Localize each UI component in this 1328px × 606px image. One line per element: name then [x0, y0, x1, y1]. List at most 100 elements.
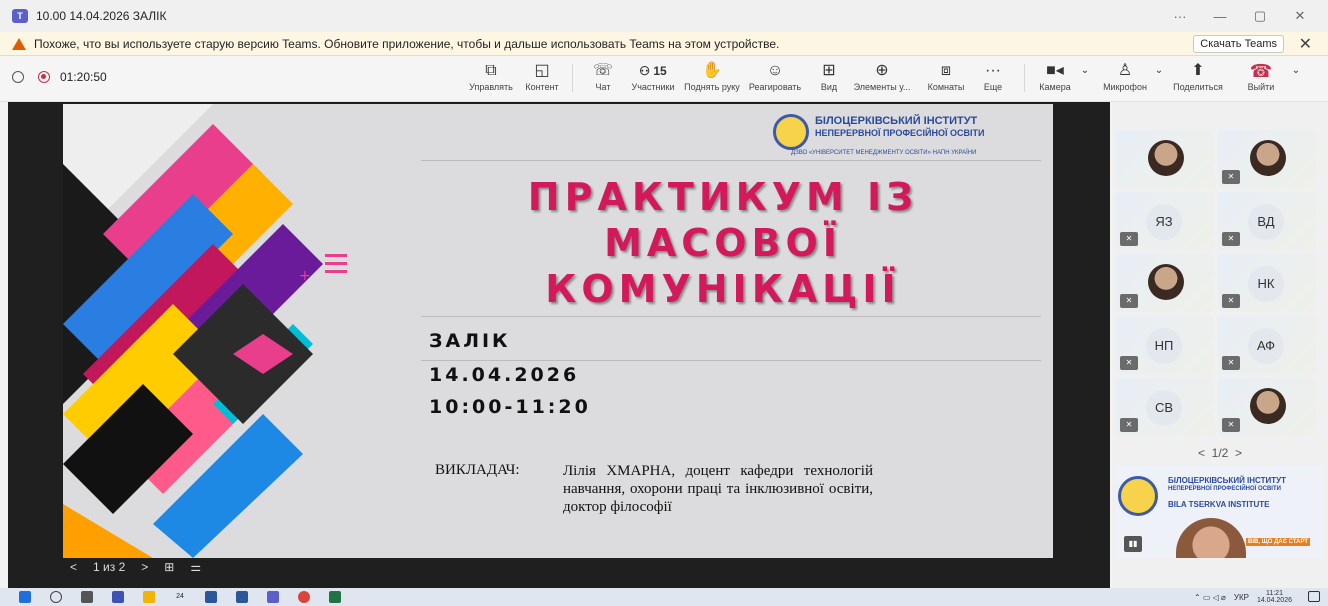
window-title: 10.00 14.04.2026 ЗАЛІК: [36, 9, 167, 23]
hand-icon: ✋: [702, 62, 722, 79]
title-line3: КОМУНІКАЦІЇ: [545, 267, 901, 311]
close-banner-icon[interactable]: ✕: [1299, 34, 1312, 54]
share-control-icon: ⧉: [485, 62, 497, 79]
minimize-button[interactable]: —: [1200, 9, 1240, 24]
apps-button[interactable]: ⊕ Элементы у...: [850, 60, 914, 92]
shield-icon: [12, 71, 24, 83]
chat-button[interactable]: ☏ Чат: [588, 60, 618, 92]
clock-time: 11:21: [1265, 590, 1283, 597]
download-teams-button[interactable]: Скачать Teams: [1193, 35, 1284, 53]
leave-options-chevron[interactable]: ⌄: [1290, 60, 1302, 82]
share-tray-icon: ⬆: [1191, 62, 1205, 79]
language-indicator[interactable]: УКР: [1234, 593, 1249, 602]
chat-icon: ☏: [592, 62, 613, 79]
settings-icon[interactable]: ⚌: [190, 560, 201, 574]
system-tray: ⌃ ▭ ◁ ⌀ УКР 11:21 14.04.2026: [1194, 590, 1292, 604]
word-icon[interactable]: [205, 591, 217, 603]
institute-logo: БІЛОЦЕРКІВСЬКИЙ ІНСТИТУТ НЕПЕРЕРВНОЇ ПРО…: [773, 112, 1043, 152]
grid-icon: ⊞: [822, 62, 836, 79]
search-icon[interactable]: [50, 591, 62, 603]
chat-label: Чат: [595, 82, 611, 92]
mic-options-chevron[interactable]: ⌄: [1154, 60, 1164, 82]
participant-tile[interactable]: ВД ✕: [1218, 192, 1316, 250]
more-options-icon[interactable]: ···: [1160, 9, 1200, 24]
participants-button[interactable]: ⚇ 15 Участники: [628, 60, 678, 92]
content-icon: ◱: [534, 62, 550, 79]
leave-label: Выйти: [1247, 82, 1275, 92]
clock[interactable]: 11:21 14.04.2026: [1257, 590, 1292, 604]
task-view-icon[interactable]: [81, 591, 93, 603]
maximize-button[interactable]: ▢: [1240, 8, 1280, 24]
institute-emblem: [1118, 476, 1158, 516]
grid-view-icon[interactable]: ⊞: [164, 560, 174, 574]
next-page-icon[interactable]: >: [1235, 446, 1242, 460]
muted-mic-icon: ✕: [1222, 356, 1240, 370]
excel-icon[interactable]: [329, 591, 341, 603]
participant-tile[interactable]: НП ✕: [1116, 316, 1214, 374]
raise-hand-label: Поднять руку: [684, 82, 740, 92]
leave-button[interactable]: ☎ Выйти: [1244, 60, 1278, 92]
previous-page-icon[interactable]: <: [1198, 446, 1205, 460]
content-button[interactable]: ◱ Контент: [522, 60, 562, 92]
recording-icon: [38, 71, 50, 83]
share-button[interactable]: ⬆ Поделиться: [1172, 60, 1224, 92]
react-label: Реагировать: [748, 82, 802, 92]
apps-icon: ⊕: [875, 62, 889, 79]
institute-emblem: [773, 114, 809, 150]
raise-hand-button[interactable]: ✋ Поднять руку: [684, 60, 740, 92]
muted-mic-icon: ✕: [1222, 170, 1240, 184]
rooms-button[interactable]: ⧈ Комнаты: [924, 60, 968, 92]
react-button[interactable]: ☺ Реагировать: [746, 60, 804, 92]
exam-type: ЗАЛІК: [429, 330, 511, 352]
participant-tile[interactable]: ✕: [1116, 254, 1214, 312]
participant-tile[interactable]: ✕: [1218, 130, 1316, 188]
update-banner: Похоже, что вы используете старую версию…: [0, 32, 1328, 56]
participant-tile[interactable]: ЯЗ ✕: [1116, 192, 1214, 250]
participant-tile[interactable]: СВ ✕: [1116, 378, 1214, 436]
presenter-video: [1176, 518, 1246, 558]
participant-tile[interactable]: АФ ✕: [1218, 316, 1316, 374]
svg-text:+: +: [299, 268, 311, 284]
close-window-button[interactable]: ✕: [1280, 8, 1320, 24]
muted-mic-icon: ✕: [1120, 294, 1138, 308]
start-icon[interactable]: [19, 591, 31, 603]
self-video-tile[interactable]: БІЛОЦЕРКІВСЬКИЙ ІНСТИТУТ НЕПЕРЕРВНОЇ ПРО…: [1116, 466, 1324, 558]
meeting-timer: 01:20:50: [60, 70, 107, 84]
microphone-button[interactable]: ♙ Микрофон: [1100, 60, 1150, 92]
app-icon[interactable]: [112, 591, 124, 603]
teams-icon: T: [12, 9, 28, 23]
title-bar: T 10.00 14.04.2026 ЗАЛІК ··· — ▢ ✕: [0, 0, 1328, 32]
participant-count: 15: [653, 64, 667, 78]
rooms-label: Комнаты: [927, 82, 965, 92]
exam-date: 14.04.2026: [429, 364, 580, 386]
view-button[interactable]: ⊞ Вид: [814, 60, 844, 92]
more-button[interactable]: ··· Еще: [978, 60, 1008, 92]
word-icon[interactable]: [236, 591, 248, 603]
lecturer-text: Лілія ХМАРНА, доцент кафедри технологій …: [563, 463, 873, 515]
view-label: Вид: [820, 82, 838, 92]
self-view-caption: ВІВ, ЩО ДАЄ СТАРТ: [1246, 538, 1311, 546]
camera-options-chevron[interactable]: ⌄: [1080, 60, 1090, 82]
participant-video: [1148, 140, 1184, 176]
shared-content-stage: + БІЛОЦЕРКІВСЬКИЙ ІНСТИТУТ НЕПЕРЕРВНОЇ П…: [8, 102, 1110, 588]
teams-icon[interactable]: [267, 591, 279, 603]
previous-slide-icon[interactable]: <: [70, 560, 77, 574]
divider: [421, 160, 1041, 161]
tray-icons[interactable]: ⌃ ▭ ◁ ⌀: [1194, 593, 1226, 602]
chrome-icon[interactable]: [298, 591, 310, 603]
file-explorer-icon[interactable]: [143, 591, 155, 603]
logo-line2: НЕПЕРЕРВНОЇ ПРОФЕСІЙНОЇ ОСВІТИ: [815, 128, 985, 138]
next-slide-icon[interactable]: >: [141, 560, 148, 574]
muted-mic-icon: ✕: [1120, 356, 1138, 370]
badge-icon[interactable]: 24: [174, 591, 186, 603]
participant-tile[interactable]: ✕: [1218, 378, 1316, 436]
gallery-pager: < 1/2 >: [1112, 446, 1328, 460]
participant-initials: НК: [1248, 266, 1284, 302]
meeting-toolbar: 01:20:50 ⧉ Управлять ◱ Контент ☏ Чат ⚇ 1…: [0, 56, 1328, 102]
chevron-down-icon: ⌄: [1154, 65, 1164, 76]
camera-button[interactable]: ■◂ Камера: [1034, 60, 1076, 92]
participant-tile[interactable]: [1116, 130, 1214, 188]
share-control-button[interactable]: ⧉ Управлять: [468, 60, 514, 92]
participant-tile[interactable]: НК ✕: [1218, 254, 1316, 312]
notifications-icon[interactable]: [1308, 591, 1320, 602]
